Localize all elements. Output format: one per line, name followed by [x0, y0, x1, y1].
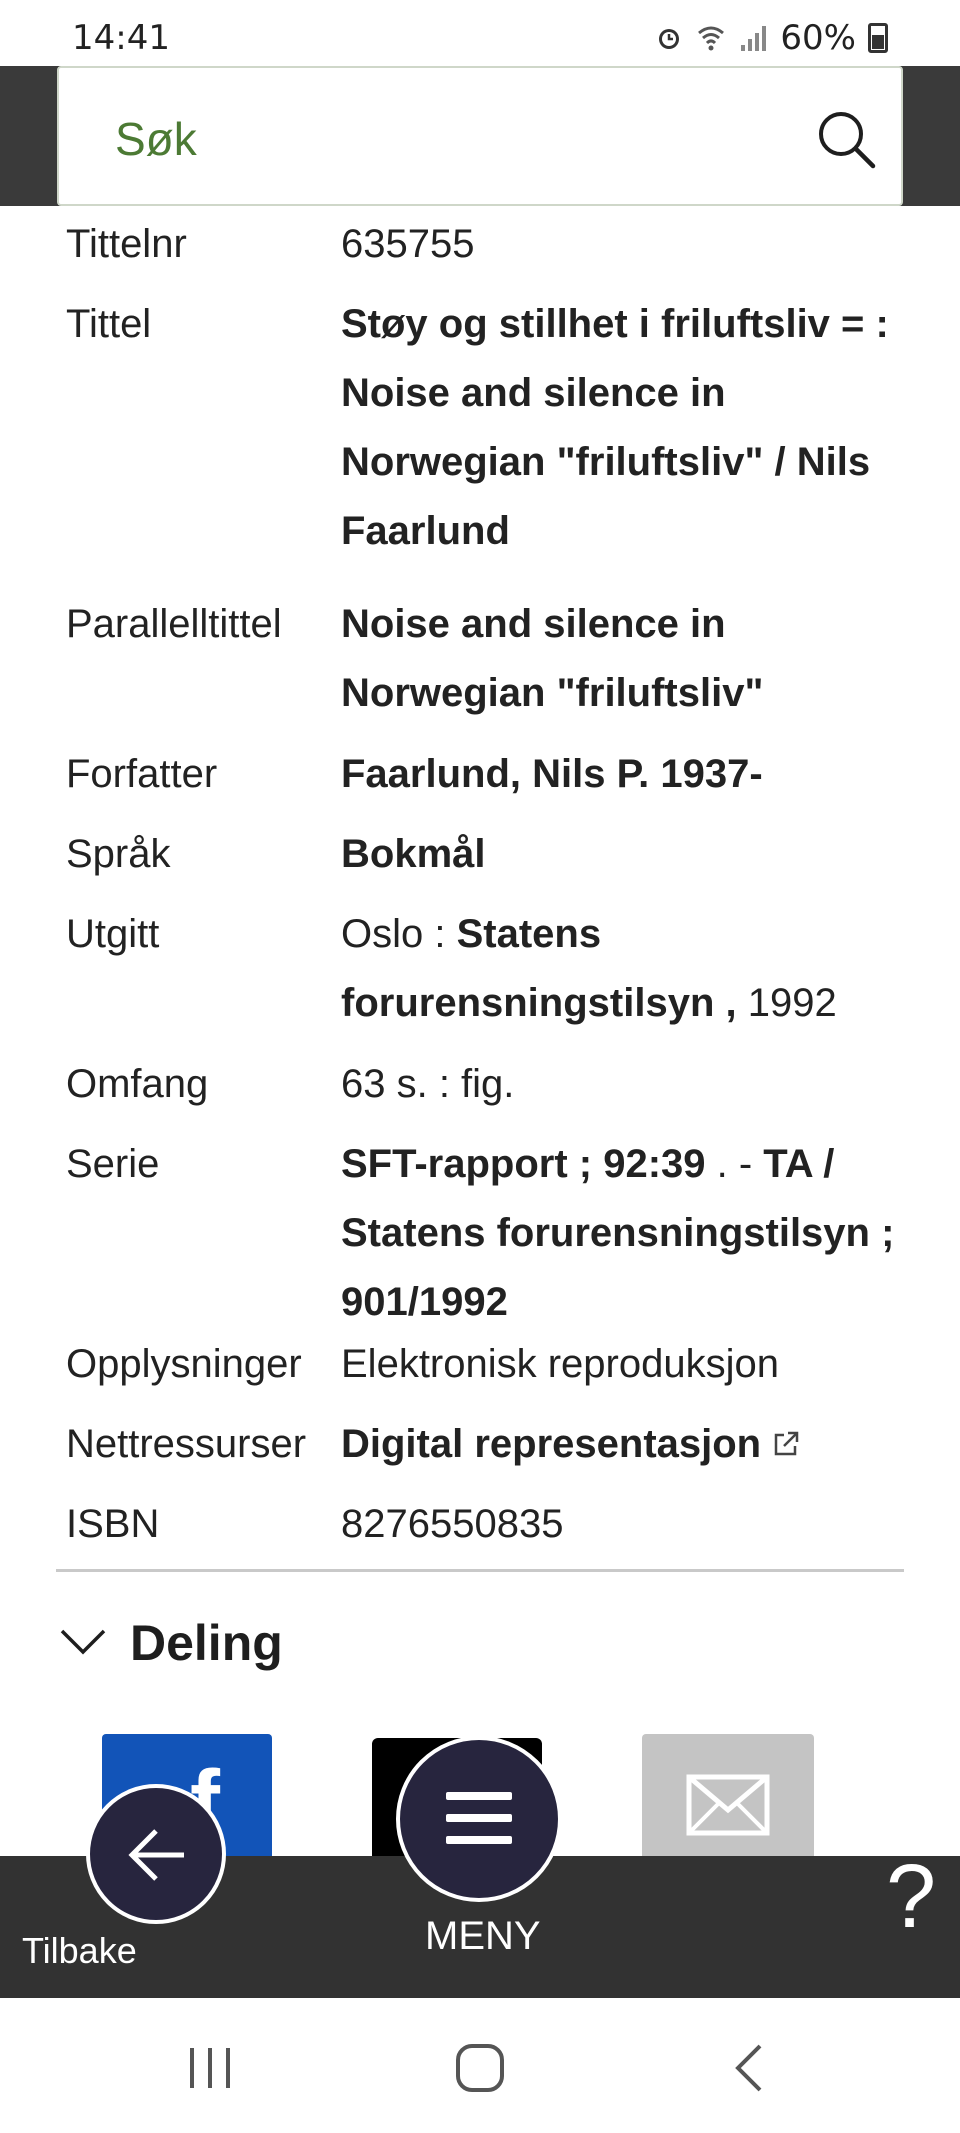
detail-value: 63 s. : fig. — [341, 1050, 901, 1119]
detail-label: Forfatter — [66, 752, 218, 796]
signal-icon — [741, 26, 767, 51]
detail-value-part: 635755 — [341, 222, 475, 266]
detail-value[interactable]: Digital representasjon — [341, 1410, 901, 1479]
detail-label: Parallelltittel — [66, 602, 282, 646]
back-label[interactable]: Tilbake — [22, 1930, 137, 1972]
detail-label: ISBN — [66, 1502, 160, 1546]
detail-value-part: 1992 — [736, 981, 837, 1025]
sharing-title: Deling — [130, 1615, 283, 1671]
detail-value-part: Støy og stillhet i friluftsliv = : Noise… — [341, 302, 889, 553]
detail-value: Noise and silence in Norwegian "frilufts… — [341, 590, 901, 728]
status-bar: 14:41 60% — [0, 0, 960, 66]
detail-value: Oslo : Statens forurensningstilsyn , 199… — [341, 900, 901, 1038]
detail-label: Språk — [66, 832, 171, 876]
detail-value: Elektronisk reproduksjon — [341, 1330, 901, 1399]
help-button[interactable]: ? — [886, 1846, 936, 1949]
search-input[interactable]: Søk — [57, 66, 903, 206]
detail-value-part: 8276550835 — [341, 1502, 564, 1546]
hamburger-icon — [446, 1792, 512, 1844]
detail-value-part: 63 s. : fig. — [341, 1062, 515, 1106]
alarm-icon — [659, 29, 680, 49]
detail-value: 8276550835 — [341, 1490, 901, 1559]
email-share-button[interactable] — [642, 1734, 814, 1856]
detail-value-part: Oslo : — [341, 912, 457, 956]
detail-label: Nettressurser — [66, 1422, 307, 1466]
detail-value-part[interactable]: Digital representasjon — [341, 1422, 761, 1466]
detail-label: Omfang — [66, 1062, 209, 1106]
detail-value-part: Noise and silence in Norwegian "frilufts… — [341, 602, 764, 715]
menu-label[interactable]: MENY — [425, 1914, 541, 1959]
detail-value-part: Faarlund, Nils P. 1937- — [341, 752, 763, 796]
system-navigation-bar — [0, 1998, 960, 2133]
external-link-icon — [774, 1431, 799, 1456]
battery-icon — [868, 23, 888, 53]
menu-button[interactable] — [396, 1736, 562, 1902]
detail-value: 635755 — [341, 210, 901, 279]
wifi-icon — [698, 26, 725, 51]
detail-label: Tittelnr — [66, 222, 187, 266]
detail-value-part: Elektronisk reproduksjon — [341, 1342, 779, 1386]
recent-apps-icon[interactable] — [182, 2040, 238, 2096]
mail-icon — [686, 1774, 770, 1836]
search-placeholder: Søk — [115, 113, 197, 165]
detail-value: Bokmål — [341, 820, 901, 889]
detail-value-part: SFT-rapport ; 92:39 — [341, 1142, 706, 1186]
detail-label: Serie — [66, 1142, 160, 1186]
home-icon[interactable] — [452, 2040, 508, 2096]
detail-value: Støy og stillhet i friluftsliv = : Noise… — [341, 290, 901, 566]
detail-value-part: . - — [705, 1142, 764, 1186]
detail-value: SFT-rapport ; 92:39 . - TA / Statens for… — [341, 1130, 901, 1337]
status-icons: 60% — [654, 18, 888, 58]
back-system-icon[interactable] — [722, 2040, 778, 2096]
search-icon[interactable] — [815, 108, 879, 172]
detail-label: Utgitt — [66, 912, 160, 956]
detail-label: Opplysninger — [66, 1342, 302, 1386]
detail-value-part: Bokmål — [341, 832, 486, 876]
arrow-left-icon — [128, 1829, 184, 1881]
detail-label: Tittel — [66, 302, 152, 346]
divider — [56, 1569, 904, 1572]
back-button[interactable] — [86, 1784, 226, 1924]
sharing-section-toggle[interactable]: Deling — [56, 1610, 456, 1680]
status-time: 14:41 — [72, 18, 170, 58]
detail-value: Faarlund, Nils P. 1937- — [341, 740, 901, 809]
chevron-down-icon — [60, 1629, 106, 1655]
battery-percent: 60% — [780, 18, 856, 58]
